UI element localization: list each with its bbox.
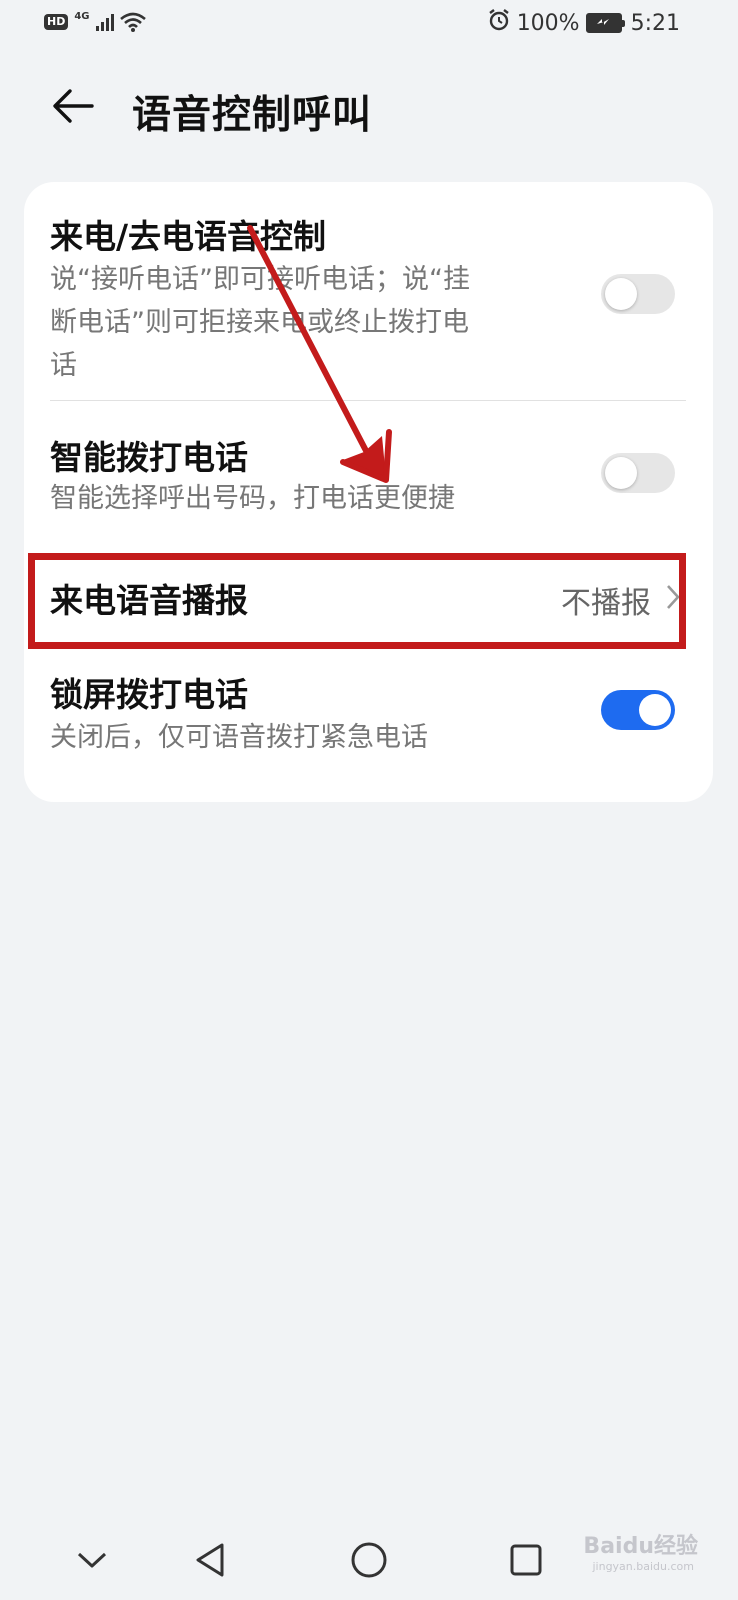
wifi-icon	[119, 12, 146, 32]
toggle-knob	[605, 457, 637, 489]
clock-time: 5:21	[630, 10, 680, 36]
setting-voice-call-control[interactable]: 来电/去电语音控制 说“接听电话”即可接听电话；说“挂 断电话”则可拒接来电或终…	[24, 182, 713, 400]
back-triangle-icon[interactable]	[180, 1530, 240, 1590]
status-right: 100% 5:21	[487, 8, 680, 38]
signal-icon	[95, 13, 114, 31]
status-bar: HD 4G 100% 5:21	[0, 0, 738, 52]
setting-subtitle: 说“接听电话”即可接听电话；说“挂 断电话”则可拒接来电或终止拨打电 话	[50, 264, 470, 381]
setting-lockscreen-dialing[interactable]: 锁屏拨打电话 关闭后，仅可语音拨打紧急电话	[24, 652, 713, 792]
setting-title: 智能拨打电话	[50, 438, 248, 477]
settings-card: 来电/去电语音控制 说“接听电话”即可接听电话；说“挂 断电话”则可拒接来电或终…	[24, 182, 713, 802]
setting-subtitle: 智能选择呼出号码，打电话更便捷	[50, 483, 455, 514]
setting-title: 来电/去电语音控制	[50, 217, 327, 256]
alarm-icon	[487, 8, 511, 38]
highlight-box	[28, 553, 686, 649]
toggle-knob	[605, 278, 637, 310]
setting-smart-dialing[interactable]: 智能拨打电话 智能选择呼出号码，打电话更便捷	[24, 401, 713, 531]
network-type-label: 4G	[74, 10, 90, 22]
smart-dialing-toggle[interactable]	[601, 453, 675, 493]
hd-icon: HD	[44, 14, 69, 30]
watermark-url: jingyan.baidu.com	[592, 1560, 694, 1573]
voice-call-control-toggle[interactable]	[601, 274, 675, 314]
status-left: HD 4G	[44, 10, 146, 32]
home-circle-icon[interactable]	[339, 1530, 399, 1590]
recents-square-icon[interactable]	[496, 1530, 556, 1590]
collapse-down-icon[interactable]	[62, 1530, 122, 1590]
setting-title: 锁屏拨打电话	[50, 675, 248, 714]
arrow-left-icon[interactable]	[50, 86, 96, 126]
lockscreen-dialing-toggle[interactable]	[601, 690, 675, 730]
battery-percent: 100%	[516, 10, 580, 36]
setting-subtitle: 关闭后，仅可语音拨打紧急电话	[50, 722, 428, 753]
watermark-logo: Baidu经验	[583, 1534, 698, 1559]
toggle-knob	[639, 694, 671, 726]
header: 语音控制呼叫	[0, 70, 738, 150]
battery-charging-icon	[585, 13, 625, 33]
page-title: 语音控制呼叫	[132, 93, 373, 138]
